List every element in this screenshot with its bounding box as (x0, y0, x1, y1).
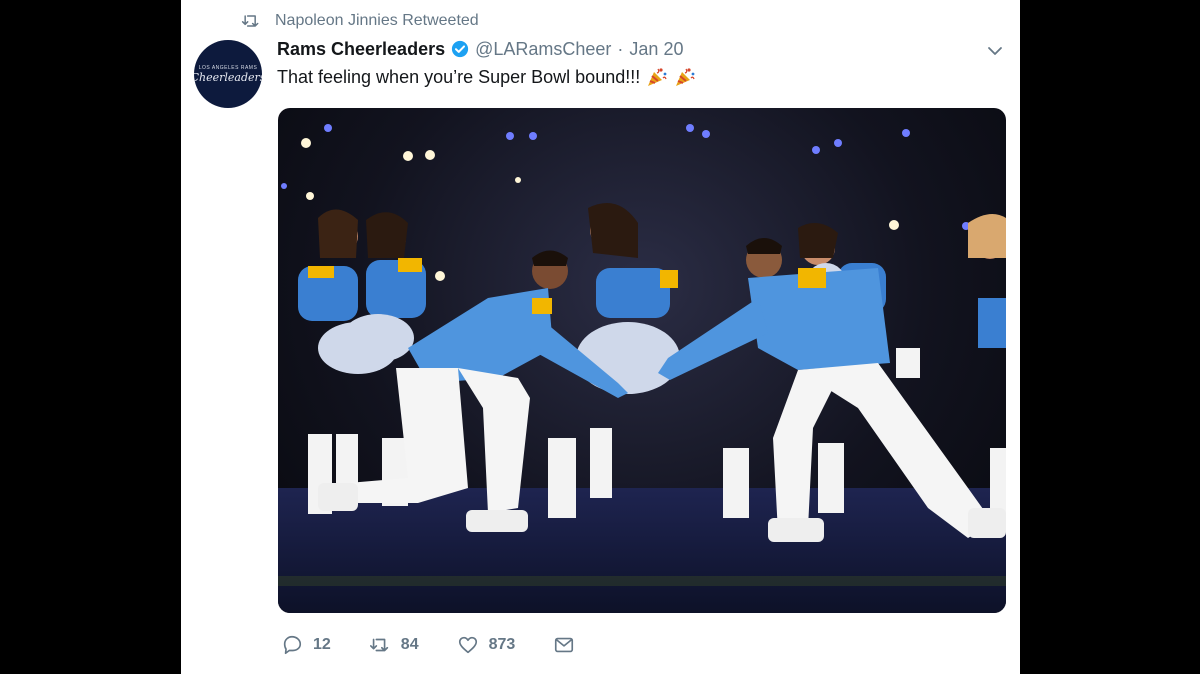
heart-icon (458, 636, 477, 654)
reply-count: 12 (313, 636, 331, 653)
avatar[interactable]: LOS ANGELES RAMS Cheerleaders (194, 40, 262, 108)
chevron-down-icon[interactable] (986, 42, 1004, 60)
tweet-card[interactable]: Napoleon Jinnies Retweeted LOS ANGELES R… (181, 0, 1020, 674)
retweet-icon (369, 638, 388, 652)
verified-badge-icon (451, 40, 469, 58)
avatar-logo-text: Cheerleaders (194, 71, 262, 84)
like-count: 873 (488, 636, 516, 653)
party-popper-icon (648, 68, 667, 86)
reply-button[interactable]: 12 (281, 634, 331, 656)
field (278, 488, 1006, 613)
party-popper-icon (676, 68, 695, 86)
separator-dot: · (617, 38, 624, 59)
retweet-context: Napoleon Jinnies Retweeted (241, 11, 479, 31)
tweet-body: That feeling when you’re Super Bowl boun… (277, 66, 641, 87)
tweet-date[interactable]: Jan 20 (629, 39, 683, 60)
retweet-count: 84 (400, 636, 419, 653)
like-button[interactable]: 873 (457, 634, 516, 656)
tweet-photo[interactable] (278, 108, 1006, 613)
tweet-actions: 12 84 873 (281, 632, 613, 658)
author-handle[interactable]: @LARamsCheer (475, 39, 611, 60)
direct-message-button[interactable] (553, 634, 575, 656)
retweet-button[interactable]: 84 (369, 634, 419, 656)
envelope-icon (555, 637, 574, 653)
photo-scene (278, 124, 1006, 613)
tweet-text: That feeling when you’re Super Bowl boun… (277, 66, 696, 88)
retweet-label[interactable]: Napoleon Jinnies Retweeted (275, 12, 479, 30)
reply-icon (283, 635, 302, 655)
author-name[interactable]: Rams Cheerleaders (277, 39, 445, 60)
retweet-icon (241, 15, 259, 27)
tweet-header: Rams Cheerleaders @LARamsCheer · Jan 20 (277, 38, 683, 60)
